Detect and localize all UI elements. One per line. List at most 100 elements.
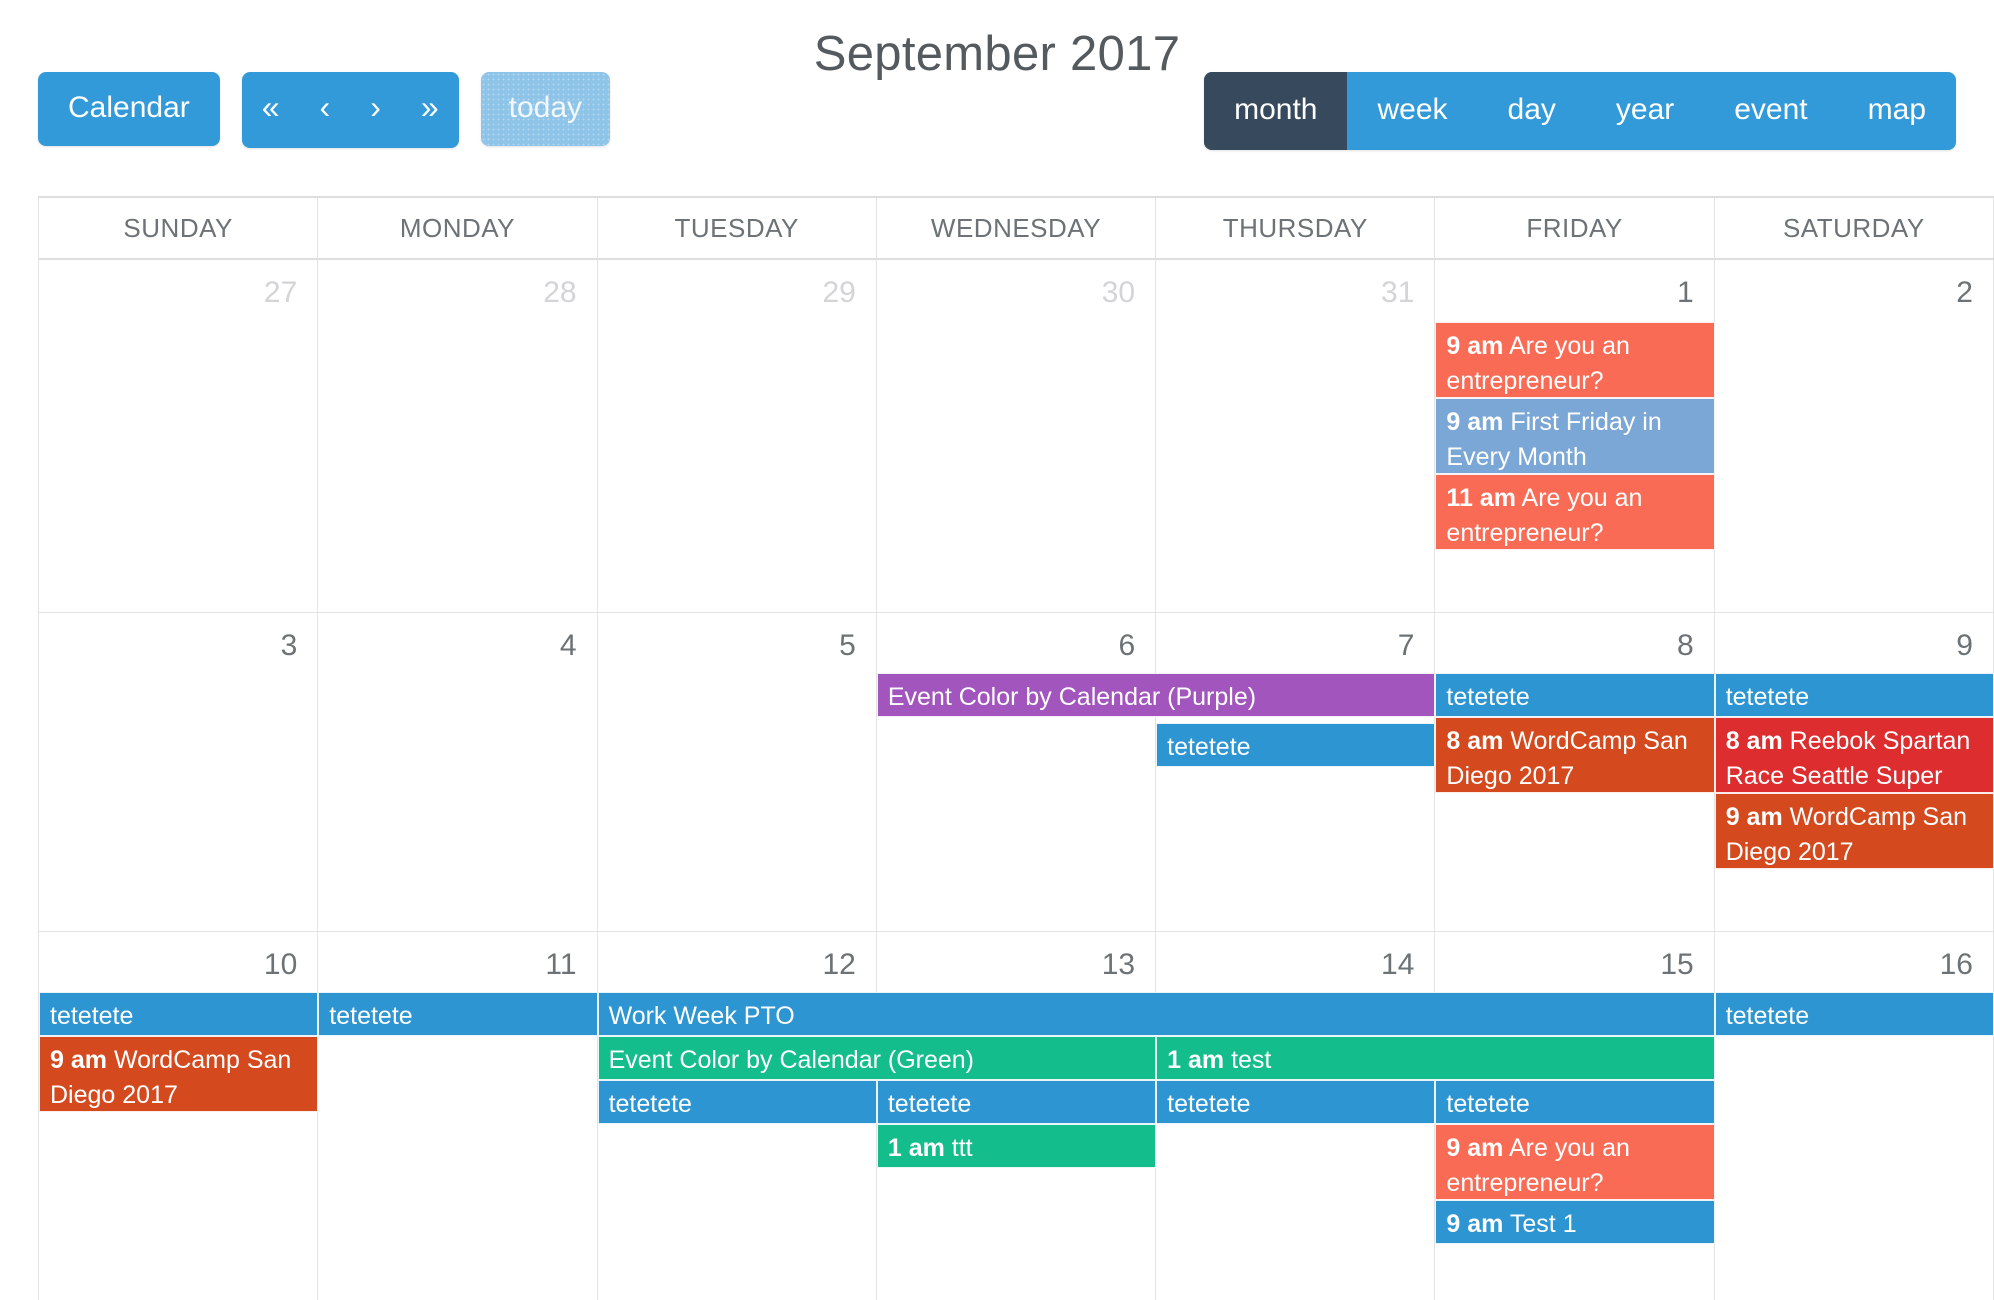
day-number: 5 — [839, 629, 856, 662]
view-button-year[interactable]: year — [1586, 72, 1704, 150]
day-number: 13 — [1101, 948, 1136, 981]
event-time: 9 am — [1725, 803, 1783, 831]
calendar-event[interactable]: Work Week PTO — [597, 992, 1715, 1036]
weekday-header-friday: FRIDAY — [1435, 198, 1715, 258]
day-cell-11[interactable]: 11 — [318, 932, 598, 1300]
calendar-event[interactable]: 1 am ttt — [876, 1124, 1157, 1168]
weekday-header-monday: MONDAY — [318, 198, 598, 258]
day-number: 9 — [1956, 629, 1973, 662]
calendar-weeks: 27 28 29 30 31 1 2 9 am Are you an entrepreneur… — [39, 260, 1994, 1300]
day-number: 2 — [1956, 276, 1973, 309]
weekday-header-thursday: THURSDAY — [1156, 198, 1436, 258]
day-number: 29 — [822, 276, 856, 309]
calendar-event[interactable]: tetetete — [1156, 723, 1436, 767]
event-title: tetetete — [1446, 683, 1530, 711]
event-title: Test 1 — [1509, 1210, 1577, 1238]
event-time: 9 am — [1446, 1134, 1504, 1162]
view-button-map[interactable]: map — [1838, 72, 1956, 150]
day-number: 16 — [1939, 948, 1973, 981]
day-number: 12 — [822, 948, 856, 981]
event-title: tetetete — [1725, 683, 1810, 711]
event-title: Event Color by Calendar (Purple) — [887, 683, 1257, 711]
day-number: 4 — [559, 629, 577, 662]
calendar-event[interactable]: 8 am WordCamp San Diego 2017 — [1435, 717, 1715, 793]
day-cell-30[interactable]: 30 — [877, 260, 1157, 612]
day-cell-4[interactable]: 4 — [318, 613, 598, 931]
view-button-week[interactable]: week — [1347, 72, 1477, 150]
calendar-event[interactable]: 9 am First Friday in Every Month — [1435, 398, 1715, 474]
event-title: tetetete — [1167, 1090, 1251, 1118]
calendar-event[interactable]: Event Color by Calendar (Green) — [597, 1036, 1157, 1080]
calendar-event[interactable]: 11 am Are you an entrepreneur? — [1435, 474, 1715, 550]
day-number: 30 — [1101, 276, 1136, 309]
day-number: 28 — [543, 276, 577, 309]
event-time: 1 am — [1167, 1046, 1225, 1074]
event-title: tetetete — [887, 1090, 972, 1118]
view-button-day[interactable]: day — [1478, 72, 1586, 150]
event-time: 9 am — [1446, 332, 1504, 360]
calendar-event[interactable]: 9 am Are you an entrepreneur? — [1435, 1124, 1715, 1200]
day-cell-10[interactable]: 10 — [39, 932, 319, 1300]
week-row: 10 11 12 13 14 15 16 tetetete 9 am WordCamp San … — [39, 932, 1994, 1300]
next-year-button[interactable]: » — [401, 72, 459, 148]
event-title: tetetete — [1167, 733, 1251, 761]
calendar-event[interactable]: tetetete — [318, 992, 598, 1036]
calendar-event[interactable]: 8 am Reebok Spartan Race Seattle Super — [1714, 717, 1994, 793]
weekday-header-saturday: SATURDAY — [1715, 198, 1994, 258]
event-title: Work Week PTO — [608, 1002, 795, 1030]
event-time: 9 am — [1446, 1210, 1504, 1238]
weekday-header-row: SUNDAY MONDAY TUESDAY WEDNESDAY THURSDAY FRID… — [39, 198, 1994, 260]
calendar-event[interactable]: tetetete — [1435, 673, 1715, 717]
day-cell-5[interactable]: 5 — [598, 613, 877, 931]
navigation-button-group: « ‹ › » — [241, 72, 459, 148]
event-time: 9 am — [1446, 408, 1504, 436]
week-row: 3 4 5 6 7 8 9 Event Color by Calendar (Purple) t… — [39, 613, 1994, 932]
day-cell-3[interactable]: 3 — [39, 613, 319, 931]
day-number: 3 — [280, 629, 298, 662]
calendar-toolbar: Calendar « ‹ › » today September 2017 mo… — [0, 0, 1994, 160]
event-time: 8 am — [1446, 727, 1504, 755]
day-cell-29[interactable]: 29 — [598, 260, 877, 612]
calendar-event[interactable]: 1 am test — [1156, 1036, 1715, 1080]
calendar-event[interactable]: tetetete — [597, 1080, 877, 1124]
calendar-event[interactable]: 9 am WordCamp San Diego 2017 — [1714, 793, 1994, 869]
event-title: tetetete — [608, 1090, 692, 1118]
day-number: 11 — [545, 948, 577, 981]
event-title: tetetete — [1446, 1090, 1530, 1118]
day-cell-31[interactable]: 31 — [1156, 260, 1436, 612]
next-month-button[interactable]: › — [350, 72, 401, 148]
calendar-button[interactable]: Calendar — [38, 72, 220, 146]
day-cell-16[interactable]: 16 — [1715, 932, 1994, 1300]
week-row: 27 28 29 30 31 1 2 9 am Are you an entrepreneur… — [39, 260, 1994, 613]
calendar-page: Calendar « ‹ › » today September 2017 mo… — [0, 0, 1994, 1300]
calendar-event[interactable]: Event Color by Calendar (Purple) — [876, 673, 1436, 717]
day-cell-7[interactable]: 7 — [1156, 613, 1436, 931]
view-button-month[interactable]: month — [1204, 72, 1348, 150]
event-time: 1 am — [887, 1134, 945, 1162]
calendar-event[interactable]: tetetete — [1714, 673, 1994, 717]
calendar-grid: SUNDAY MONDAY TUESDAY WEDNESDAY THURSDAY FRID… — [38, 196, 1994, 1300]
calendar-event[interactable]: tetetete — [1435, 1080, 1715, 1124]
calendar-event[interactable]: 9 am Are you an entrepreneur? — [1435, 322, 1715, 398]
calendar-event[interactable]: 9 am WordCamp San Diego 2017 — [39, 1036, 319, 1112]
today-button[interactable]: today — [480, 72, 611, 146]
calendar-event[interactable]: tetetete — [1156, 1080, 1436, 1124]
day-number: 6 — [1118, 629, 1136, 662]
prev-month-button[interactable]: ‹ — [300, 72, 351, 148]
view-button-event[interactable]: event — [1704, 72, 1837, 150]
event-title: tetetete — [1725, 1002, 1810, 1030]
event-title: Event Color by Calendar (Green) — [608, 1046, 975, 1074]
day-number: 10 — [263, 948, 298, 981]
toolbar-left-group: Calendar « ‹ › » today — [38, 72, 611, 148]
weekday-header-wednesday: WEDNESDAY — [877, 198, 1157, 258]
calendar-event[interactable]: tetetete — [876, 1080, 1157, 1124]
day-cell-27[interactable]: 27 — [39, 260, 319, 612]
calendar-event[interactable]: 9 am Test 1 — [1435, 1200, 1715, 1244]
day-cell-2[interactable]: 2 — [1715, 260, 1994, 612]
view-switcher: month week day year event map — [1204, 72, 1956, 150]
calendar-event[interactable]: tetetete — [39, 992, 319, 1036]
day-cell-6[interactable]: 6 — [877, 613, 1157, 931]
calendar-event[interactable]: tetetete — [1714, 992, 1994, 1036]
day-cell-28[interactable]: 28 — [318, 260, 598, 612]
prev-year-button[interactable]: « — [242, 72, 300, 148]
